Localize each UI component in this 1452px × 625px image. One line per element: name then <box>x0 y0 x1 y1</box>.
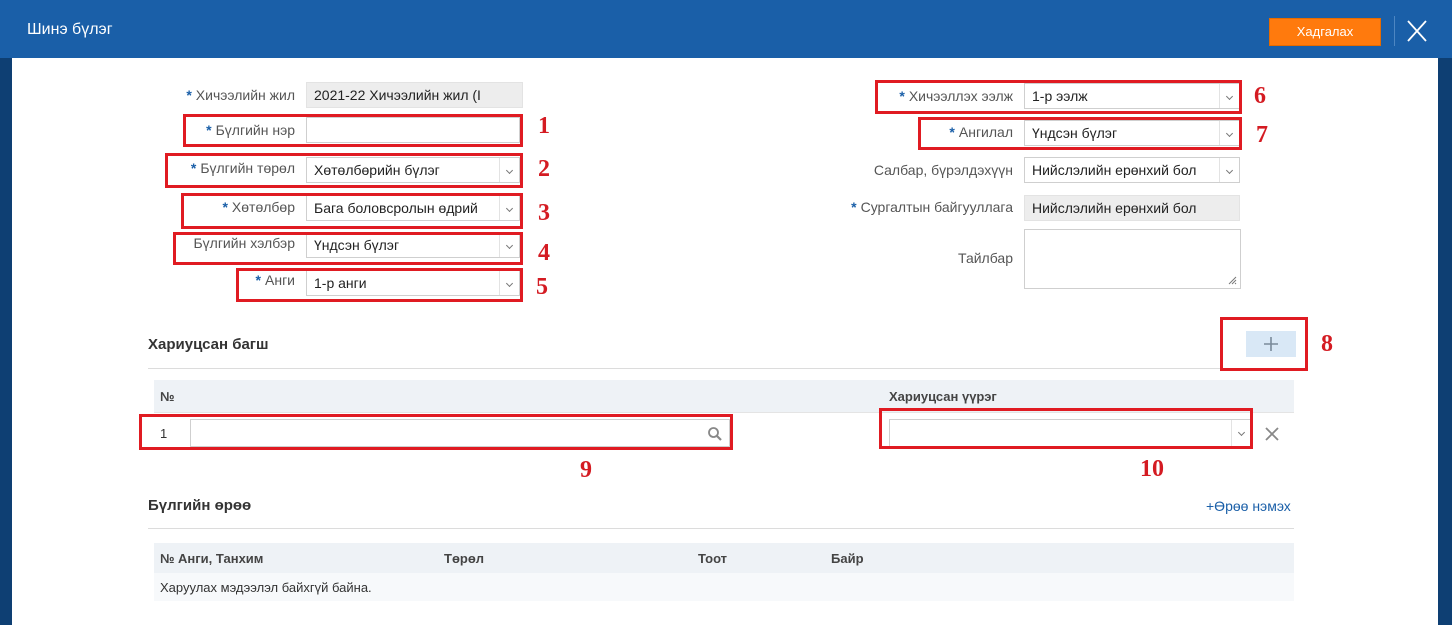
annotation-number-4: 4 <box>538 240 550 266</box>
dialog-titlebar: Шинэ бүлэг Хадгалах <box>0 0 1452 58</box>
dialog-body: * Хичээлийн жил 2021-22 Хичээлийн жил (I … <box>12 58 1438 625</box>
search-icon[interactable] <box>707 426 723 442</box>
chevron-down-icon[interactable] <box>499 196 519 220</box>
chevron-down-icon[interactable] <box>499 233 519 257</box>
category-label: * Ангилал <box>949 124 1013 140</box>
rooms-divider <box>148 528 1294 529</box>
chevron-down-icon[interactable] <box>1219 84 1239 108</box>
rooms-col-building: Байр <box>831 551 864 566</box>
group-form-select[interactable]: Үндсэн бүлэг <box>306 232 520 258</box>
dialog-title: Шинэ бүлэг <box>27 21 113 38</box>
remove-row-icon[interactable] <box>1263 425 1281 443</box>
group-type-label: * Бүлгийн төрөл <box>190 160 295 176</box>
institution-label: * Сургалтын байгууллага <box>851 199 1013 215</box>
rooms-col-type: Төрөл <box>444 551 485 566</box>
program-label: * Хөтөлбөр <box>222 199 295 215</box>
resize-grip-icon[interactable] <box>1227 275 1237 285</box>
annotation-number-10: 10 <box>1140 456 1164 482</box>
annotation-number-7: 7 <box>1256 122 1268 148</box>
group-name-label: * Бүлгийн нэр <box>206 122 295 138</box>
branch-select[interactable]: Нийслэлийн ерөнхий бол <box>1024 157 1240 183</box>
plus-icon <box>1264 337 1278 351</box>
add-teacher-button[interactable] <box>1246 331 1296 357</box>
chevron-down-icon[interactable] <box>1231 420 1251 446</box>
school-year-field: 2021-22 Хичээлийн жил (I <box>306 82 523 108</box>
program-select[interactable]: Бага боловсролын өдрий <box>306 195 520 221</box>
teacher-role-select[interactable] <box>889 419 1252 447</box>
teachers-section-title: Хариуцсан багш <box>148 336 269 353</box>
teachers-divider <box>148 368 1294 369</box>
rooms-col-count: Тоот <box>698 551 728 566</box>
teachers-header-line <box>154 412 1294 413</box>
titlebar-divider <box>1394 16 1395 46</box>
institution-field: Нийслэлийн ерөнхий бол <box>1024 195 1240 221</box>
chevron-down-icon[interactable] <box>499 158 519 182</box>
teachers-col-number: № <box>160 389 175 404</box>
school-year-label: * Хичээлийн жил <box>186 87 295 103</box>
group-form-label: Бүлгийн хэлбэр <box>193 235 295 251</box>
annotation-number-1: 1 <box>538 113 550 139</box>
teachers-col-role: Хариуцсан үүрэг <box>889 389 997 404</box>
add-room-link[interactable]: +Өрөө нэмэх <box>1206 498 1291 514</box>
rooms-col-classroom: Анги, Танхим <box>178 551 264 566</box>
annotation-number-6: 6 <box>1254 83 1266 109</box>
annotation-number-9: 9 <box>580 457 592 483</box>
chevron-down-icon[interactable] <box>499 271 519 295</box>
chevron-down-icon[interactable] <box>1219 158 1239 182</box>
save-button[interactable]: Хадгалах <box>1269 18 1381 46</box>
branch-label: Салбар, бүрэлдэхүүн <box>873 162 1013 178</box>
teacher-search-input[interactable] <box>190 419 730 447</box>
shift-label: * Хичээллэх ээлж <box>899 88 1013 104</box>
chevron-down-icon[interactable] <box>1219 121 1239 145</box>
annotation-number-3: 3 <box>538 200 550 226</box>
note-textarea[interactable] <box>1024 229 1241 289</box>
teacher-row-number: 1 <box>160 426 168 441</box>
teachers-table-header <box>154 380 1294 412</box>
group-type-select[interactable]: Хөтөлбөрийн бүлэг <box>306 157 520 183</box>
shift-select[interactable]: 1-р ээлж <box>1024 83 1240 109</box>
rooms-empty-message: Харуулах мэдээлэл байхгүй байна. <box>160 580 372 595</box>
rooms-section-title: Бүлгийн өрөө <box>148 497 252 514</box>
group-name-input[interactable] <box>306 117 520 143</box>
category-select[interactable]: Үндсэн бүлэг <box>1024 120 1240 146</box>
grade-label: * Анги <box>255 272 295 288</box>
rooms-col-number: № <box>160 551 175 566</box>
annotation-number-2: 2 <box>538 156 550 182</box>
note-label: Тайлбар <box>958 250 1013 266</box>
close-icon[interactable] <box>1405 17 1429 45</box>
annotation-number-5: 5 <box>536 274 548 300</box>
grade-select[interactable]: 1-р анги <box>306 270 520 296</box>
annotation-number-8: 8 <box>1321 331 1333 357</box>
